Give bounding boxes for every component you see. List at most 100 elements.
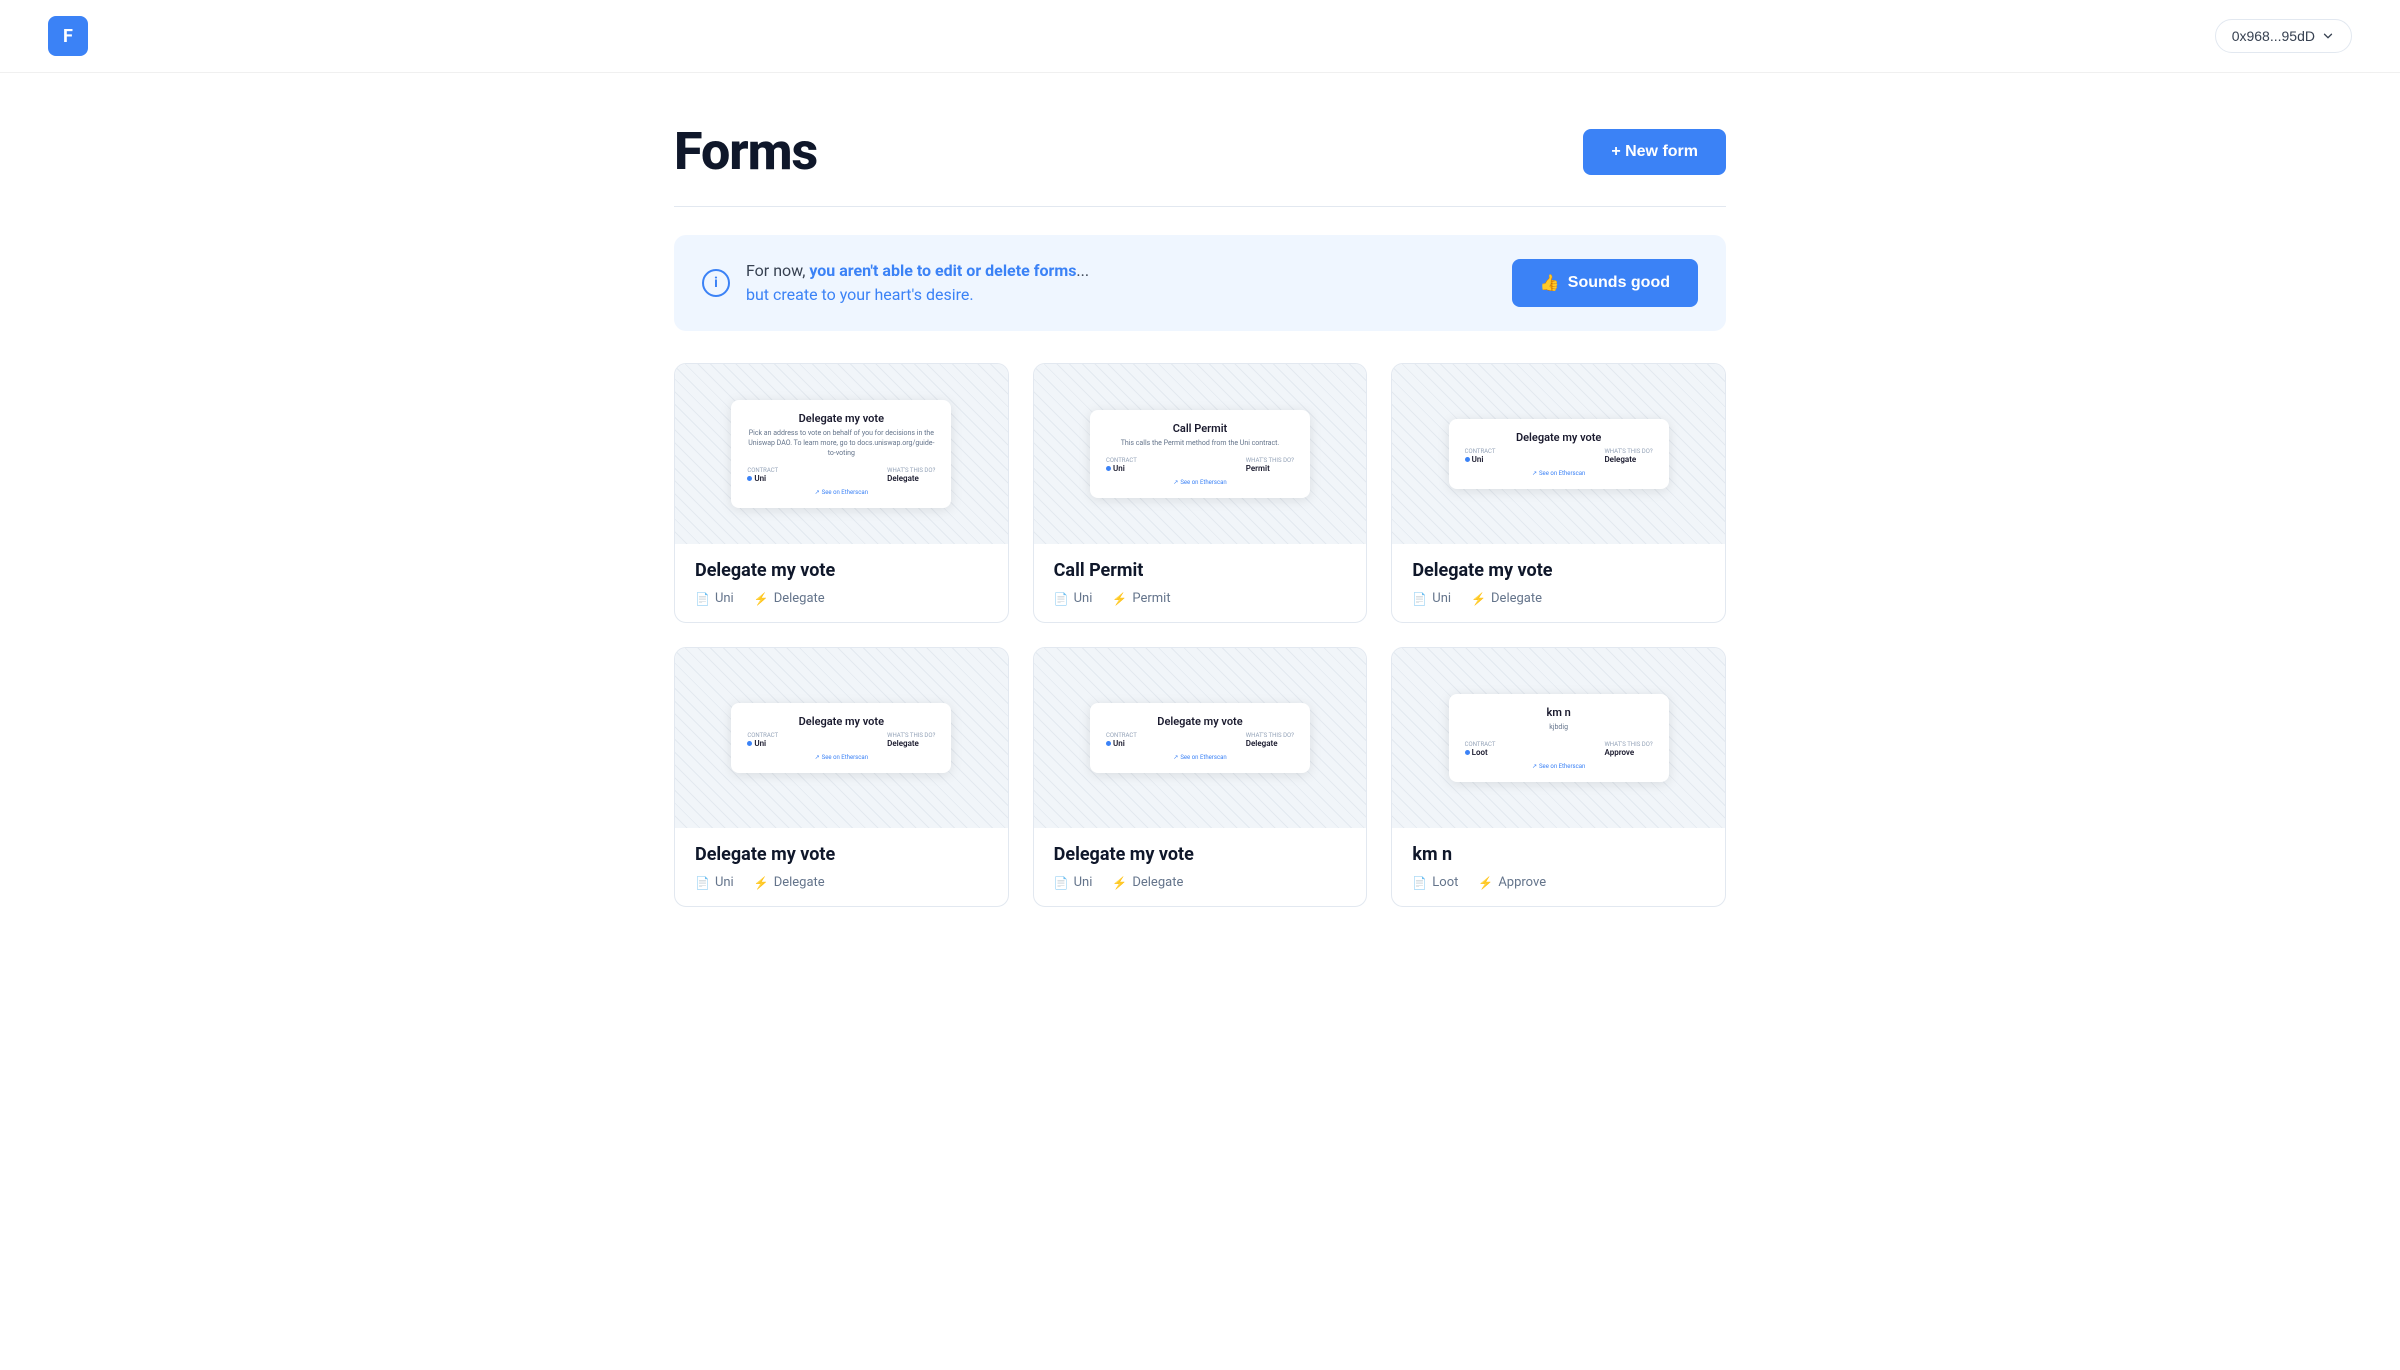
- form-card-5[interactable]: Delegate my vote CONTRACT Uni WHAT'S THI…: [1033, 647, 1368, 907]
- card-title: Delegate my vote: [1054, 844, 1347, 865]
- action-value: Delegate: [1604, 455, 1652, 464]
- contract-field: CONTRACT Uni: [1106, 732, 1137, 748]
- contract-dot: [1106, 741, 1111, 746]
- contract-dot: [747, 741, 752, 746]
- form-card-6[interactable]: km n kjbdig CONTRACT Loot WHAT'S THIS DO…: [1391, 647, 1726, 907]
- action-value: Delegate: [887, 474, 935, 483]
- info-text: For now, you aren't able to edit or dele…: [746, 259, 1089, 307]
- action-value: Permit: [1246, 464, 1294, 473]
- document-icon: 📄: [1054, 876, 1069, 890]
- info-banner-left: i For now, you aren't able to edit or de…: [702, 259, 1089, 307]
- document-icon: 📄: [695, 876, 710, 890]
- action-label: WHAT'S THIS DO?: [1246, 457, 1294, 464]
- contract-value: Uni: [1106, 739, 1137, 748]
- contract-field: CONTRACT Uni: [1106, 457, 1137, 473]
- mini-form-desc: This calls the Permit method from the Un…: [1106, 439, 1294, 449]
- document-icon: 📄: [1412, 876, 1427, 890]
- action-field: WHAT'S THIS DO? Permit: [1246, 457, 1294, 473]
- new-form-button[interactable]: + New form: [1583, 129, 1726, 175]
- meta-contract: 📄 Uni: [1412, 591, 1451, 606]
- etherscan-link: ↗ See on Etherscan: [747, 754, 935, 761]
- meta-action: ⚡ Delegate: [1112, 875, 1183, 890]
- meta-action: ⚡ Delegate: [1471, 591, 1542, 606]
- document-icon: 📄: [695, 592, 710, 606]
- card-meta: 📄 Uni ⚡ Delegate: [695, 875, 988, 890]
- link-icon: ↗: [815, 489, 820, 496]
- info-line-2: but create to your heart's desire.: [746, 283, 1089, 307]
- contract-label: CONTRACT: [1465, 448, 1496, 455]
- chevron-down-icon: [2321, 29, 2335, 43]
- card-meta: 📄 Uni ⚡ Permit: [1054, 591, 1347, 606]
- meta-action: ⚡ Delegate: [754, 591, 825, 606]
- mini-form-title: Delegate my vote: [1465, 431, 1653, 444]
- contract-value: Loot: [1465, 748, 1496, 757]
- meta-action-value: Delegate: [1491, 591, 1542, 606]
- info-banner: i For now, you aren't able to edit or de…: [674, 235, 1726, 331]
- mini-form: Delegate my vote CONTRACT Uni WHAT'S THI…: [1449, 419, 1669, 489]
- contract-label: CONTRACT: [1465, 741, 1496, 748]
- main-content: Forms + New form i For now, you aren't a…: [650, 73, 1750, 955]
- page-header: Forms + New form: [674, 121, 1726, 182]
- card-preview: Delegate my vote Pick an address to vote…: [675, 364, 1008, 544]
- action-label: WHAT'S THIS DO?: [1246, 732, 1294, 739]
- forms-grid: Delegate my vote Pick an address to vote…: [674, 363, 1726, 907]
- meta-contract-value: Loot: [1432, 875, 1458, 890]
- action-field: WHAT'S THIS DO? Approve: [1604, 741, 1652, 757]
- meta-contract: 📄 Uni: [1054, 875, 1093, 890]
- mini-form: Call Permit This calls the Permit method…: [1090, 410, 1310, 498]
- document-icon: 📄: [1054, 592, 1069, 606]
- mini-form-desc: Pick an address to vote on behalf of you…: [747, 429, 935, 458]
- card-preview: Delegate my vote CONTRACT Uni WHAT'S THI…: [1392, 364, 1725, 544]
- wallet-button[interactable]: 0x968...95dD: [2215, 19, 2352, 53]
- form-card-4[interactable]: Delegate my vote CONTRACT Uni WHAT'S THI…: [674, 647, 1009, 907]
- mini-form-desc: kjbdig: [1465, 723, 1653, 733]
- link-icon: ↗: [1532, 470, 1537, 477]
- contract-field: CONTRACT Uni: [1465, 448, 1496, 464]
- contract-field: CONTRACT Uni: [747, 467, 778, 483]
- link-icon: ↗: [1173, 479, 1178, 486]
- form-card-3[interactable]: Delegate my vote CONTRACT Uni WHAT'S THI…: [1391, 363, 1726, 623]
- card-meta: 📄 Uni ⚡ Delegate: [695, 591, 988, 606]
- contract-dot: [1465, 750, 1470, 755]
- action-field: WHAT'S THIS DO? Delegate: [1604, 448, 1652, 464]
- mini-form: Delegate my vote CONTRACT Uni WHAT'S THI…: [1090, 703, 1310, 773]
- card-meta: 📄 Uni ⚡ Delegate: [1054, 875, 1347, 890]
- mini-form-title: Call Permit: [1106, 422, 1294, 435]
- card-meta: 📄 Loot ⚡ Approve: [1412, 875, 1705, 890]
- document-icon: 📄: [1412, 592, 1427, 606]
- mini-form-fields: CONTRACT Uni WHAT'S THIS DO? Delegate: [747, 732, 935, 748]
- contract-value: Uni: [1106, 464, 1137, 473]
- mini-form-fields: CONTRACT Loot WHAT'S THIS DO? Approve: [1465, 741, 1653, 757]
- contract-label: CONTRACT: [747, 732, 778, 739]
- card-preview: Delegate my vote CONTRACT Uni WHAT'S THI…: [675, 648, 1008, 828]
- lightning-icon: ⚡: [754, 876, 769, 890]
- contract-dot: [1106, 466, 1111, 471]
- header: F 0x968...95dD: [0, 0, 2400, 73]
- card-body: Delegate my vote 📄 Uni ⚡ Delegate: [1392, 544, 1725, 622]
- card-preview: Delegate my vote CONTRACT Uni WHAT'S THI…: [1034, 648, 1367, 828]
- contract-field: CONTRACT Loot: [1465, 741, 1496, 757]
- form-card-1[interactable]: Delegate my vote Pick an address to vote…: [674, 363, 1009, 623]
- mini-form-fields: CONTRACT Uni WHAT'S THIS DO? Permit: [1106, 457, 1294, 473]
- meta-contract: 📄 Uni: [695, 591, 734, 606]
- card-body: Delegate my vote 📄 Uni ⚡ Delegate: [675, 828, 1008, 906]
- contract-value: Uni: [747, 474, 778, 483]
- action-field: WHAT'S THIS DO? Delegate: [1246, 732, 1294, 748]
- lightning-icon: ⚡: [1471, 592, 1486, 606]
- meta-contract-value: Uni: [1074, 591, 1093, 606]
- action-label: WHAT'S THIS DO?: [1604, 741, 1652, 748]
- mini-form: Delegate my vote Pick an address to vote…: [731, 400, 951, 507]
- meta-action: ⚡ Permit: [1112, 591, 1170, 606]
- sounds-good-button[interactable]: 👍 Sounds good: [1512, 259, 1698, 307]
- contract-dot: [747, 476, 752, 481]
- link-icon: ↗: [815, 754, 820, 761]
- meta-action-value: Delegate: [774, 875, 825, 890]
- wallet-address: 0x968...95dD: [2232, 28, 2315, 44]
- mini-form-title: Delegate my vote: [1106, 715, 1294, 728]
- lightning-icon: ⚡: [1112, 876, 1127, 890]
- action-label: WHAT'S THIS DO?: [1604, 448, 1652, 455]
- form-card-2[interactable]: Call Permit This calls the Permit method…: [1033, 363, 1368, 623]
- lightning-icon: ⚡: [1112, 592, 1127, 606]
- mini-form: km n kjbdig CONTRACT Loot WHAT'S THIS DO…: [1449, 694, 1669, 782]
- meta-contract-value: Uni: [1432, 591, 1451, 606]
